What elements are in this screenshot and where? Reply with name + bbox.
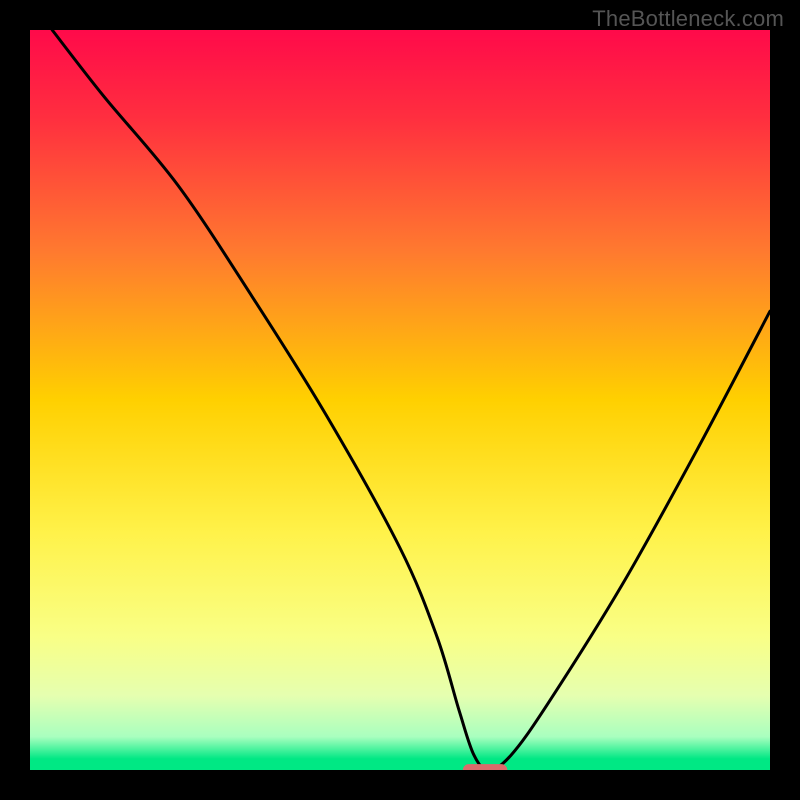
chart-frame: TheBottleneck.com bbox=[0, 0, 800, 800]
plot-area bbox=[30, 30, 770, 770]
bottleneck-chart bbox=[30, 30, 770, 770]
optimal-marker bbox=[463, 764, 507, 770]
watermark-text: TheBottleneck.com bbox=[592, 6, 784, 32]
